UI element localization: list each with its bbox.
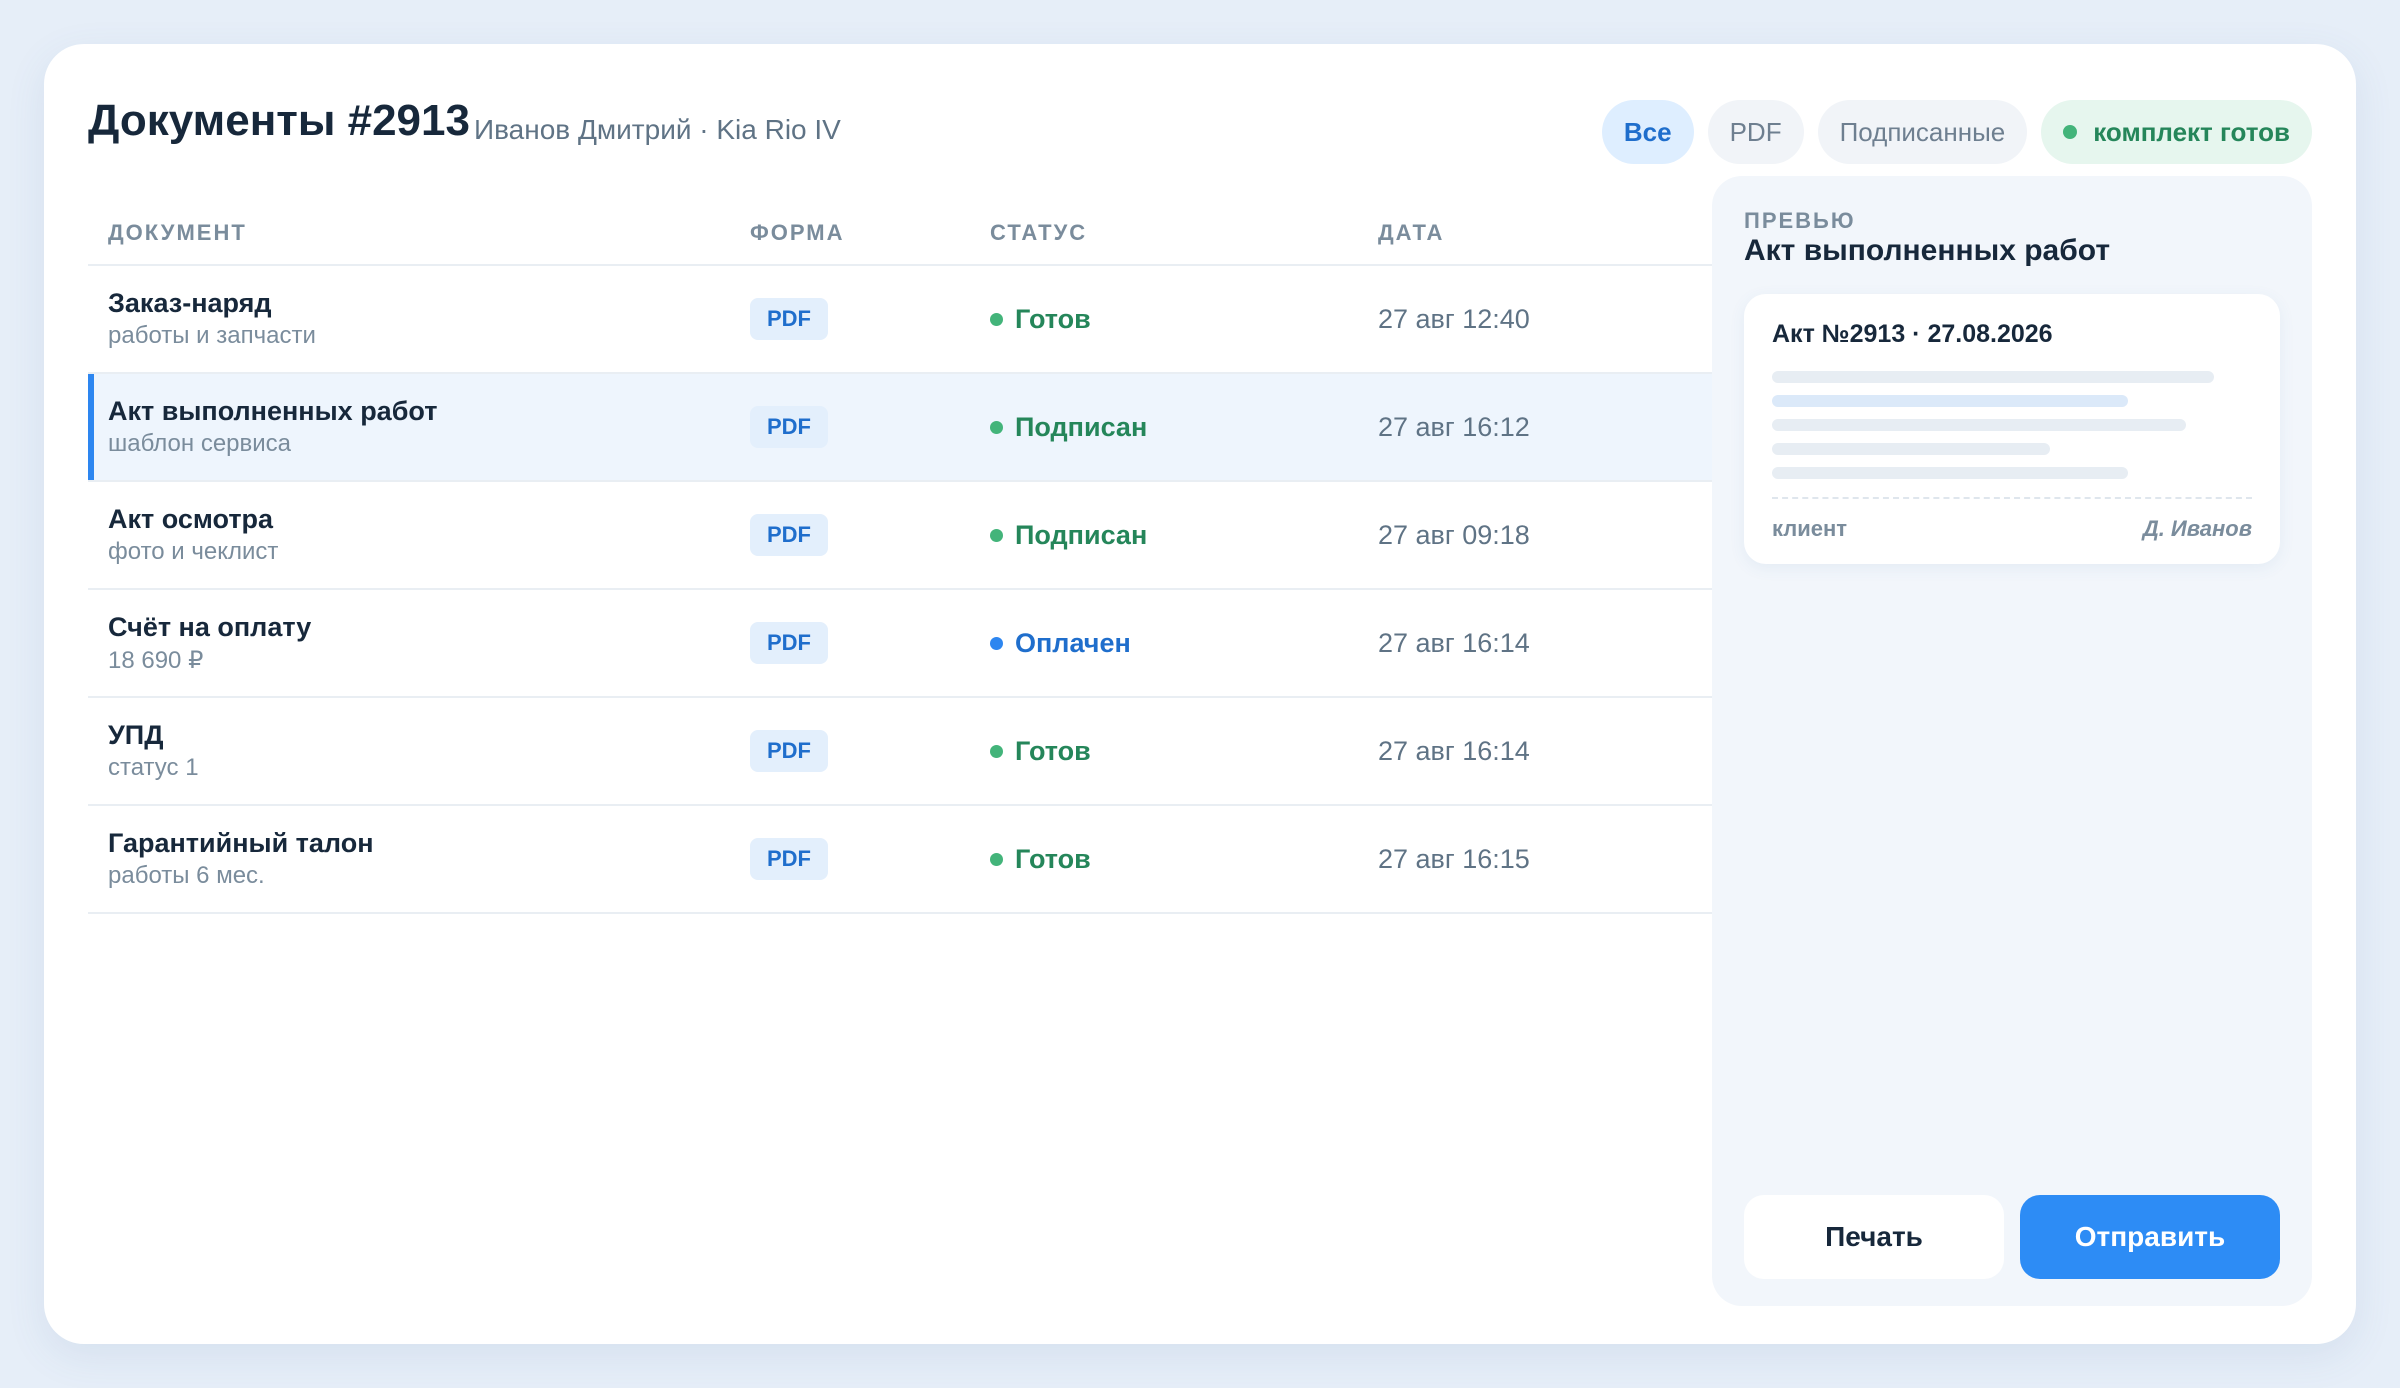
signature: Д. Иванов [2142,516,2252,541]
preview-title: Акт выполненных работ [1744,234,2111,267]
document-subtitle: работы и запчасти [108,322,316,349]
column-header-status: СТАТУС [990,220,1088,245]
placeholder-line [1772,419,2186,431]
document-name: Акт осмотра [108,504,274,534]
filter-all[interactable]: Все [1601,100,1694,164]
document-name: Акт выполненных работ [108,396,438,426]
document-name: Заказ-наряд [108,288,272,318]
document-date: 27 авг 16:15 [1378,844,1530,874]
status-badge: Готов [990,736,1091,767]
status-label: Готов [1015,844,1091,874]
client-label: клиент [1772,516,1848,541]
document-subtitle: шаблон сервиса [108,430,292,457]
column-header-form: ФОРМА [750,220,845,245]
document-subtitle: фото и чеклист [108,538,279,565]
status-badge: Подписан [990,520,1147,551]
form-badge[interactable]: PDF [750,730,828,772]
placeholder-line [1772,395,2128,407]
filter-pdf[interactable]: PDF [1707,100,1804,164]
status-label: Подписан [1015,520,1148,550]
placeholder-line [1772,443,2050,455]
placeholder-line [1772,467,2128,479]
table-row[interactable]: Счёт на оплату 18 690 ₽ PDF Оплачен 27 авг 1… [88,590,1724,698]
table-body: Заказ-наряд работы и запчасти PDF Готов 27 а… [88,266,1724,914]
preview-panel: ПРЕВЬЮ Акт выполненных работ Акт №2913 ·… [1712,176,2312,1306]
table-header: ДОКУМЕНТ ФОРМА СТАТУС ДАТА [88,212,1724,266]
document-date: 27 авг 16:12 [1378,412,1530,442]
status-label: Готов [1015,736,1091,766]
header: Документы #2913 Иванов Дмитрий · Kia Rio… [88,92,2312,168]
status-dot-icon [990,853,1003,866]
document-subtitle: статус 1 [108,754,199,781]
document-name: Гарантийный талон [108,828,374,858]
ready-dot-icon [2063,125,2078,139]
document-date: 27 авг 16:14 [1378,736,1530,766]
form-badge[interactable]: PDF [750,406,828,448]
column-header-date: ДАТА [1378,220,1445,245]
table-row[interactable]: Акт осмотра фото и чеклист PDF Подписан 27 а… [88,482,1724,590]
documents-panel: Документы #2913 Иванов Дмитрий · Kia Rio… [44,44,2356,1344]
table-row[interactable]: Гарантийный талон работы 6 мес. PDF Готов 27… [88,806,1724,914]
ready-badge: комплект готов [2041,100,2312,164]
document-name: УПД [108,720,164,750]
page-title: Документы #2913 [88,96,470,145]
status-badge: Готов [990,304,1091,335]
document-name: Счёт на оплату [108,612,312,642]
filter-bar: Все PDF Подписанные комплект готов [1601,100,2312,164]
form-badge[interactable]: PDF [750,514,828,556]
status-badge: Подписан [990,412,1147,443]
preview-label: ПРЕВЬЮ [1744,208,1856,233]
status-badge: Готов [990,844,1091,875]
print-button[interactable]: Печать [1744,1195,2004,1279]
status-label: Оплачен [1015,628,1131,658]
status-dot-icon [990,745,1003,758]
form-badge[interactable]: PDF [750,838,828,880]
status-dot-icon [990,637,1003,650]
table-row[interactable]: Заказ-наряд работы и запчасти PDF Готов 27 а… [88,266,1724,374]
document-subtitle: работы 6 мес. [108,862,265,889]
send-button[interactable]: Отправить [2020,1195,2280,1279]
document-date: 27 авг 09:18 [1378,520,1530,550]
form-badge[interactable]: PDF [750,622,828,664]
status-label: Готов [1015,304,1091,334]
preview-document[interactable]: Акт №2913 · 27.08.2026 клиент Д. Иванов [1744,294,2280,564]
ready-badge-label: комплект готов [2093,116,2290,147]
column-header-document: ДОКУМЕНТ [108,220,247,245]
status-dot-icon [990,313,1003,326]
document-date: 27 авг 16:14 [1378,628,1530,658]
document-date: 27 авг 12:40 [1378,304,1530,334]
status-dot-icon [990,421,1003,434]
document-subtitle: 18 690 ₽ [108,647,204,674]
table-row[interactable]: Акт выполненных работ шаблон сервиса PDF По… [88,374,1724,482]
filter-signed[interactable]: Подписанные [1817,100,2028,164]
table-row[interactable]: УПД статус 1 PDF Готов 27 авг 16:14 [88,698,1724,806]
status-dot-icon [990,529,1003,542]
placeholder-line [1772,371,2214,383]
signature-divider [1772,497,2252,499]
documents-table: ДОКУМЕНТ ФОРМА СТАТУС ДАТА Заказ-наряд ра… [88,212,1724,914]
form-badge[interactable]: PDF [750,298,828,340]
page-subtitle: Иванов Дмитрий · Kia Rio IV [474,114,841,145]
preview-document-heading: Акт №2913 · 27.08.2026 [1772,320,2053,348]
status-badge: Оплачен [990,628,1131,659]
status-label: Подписан [1015,412,1148,442]
